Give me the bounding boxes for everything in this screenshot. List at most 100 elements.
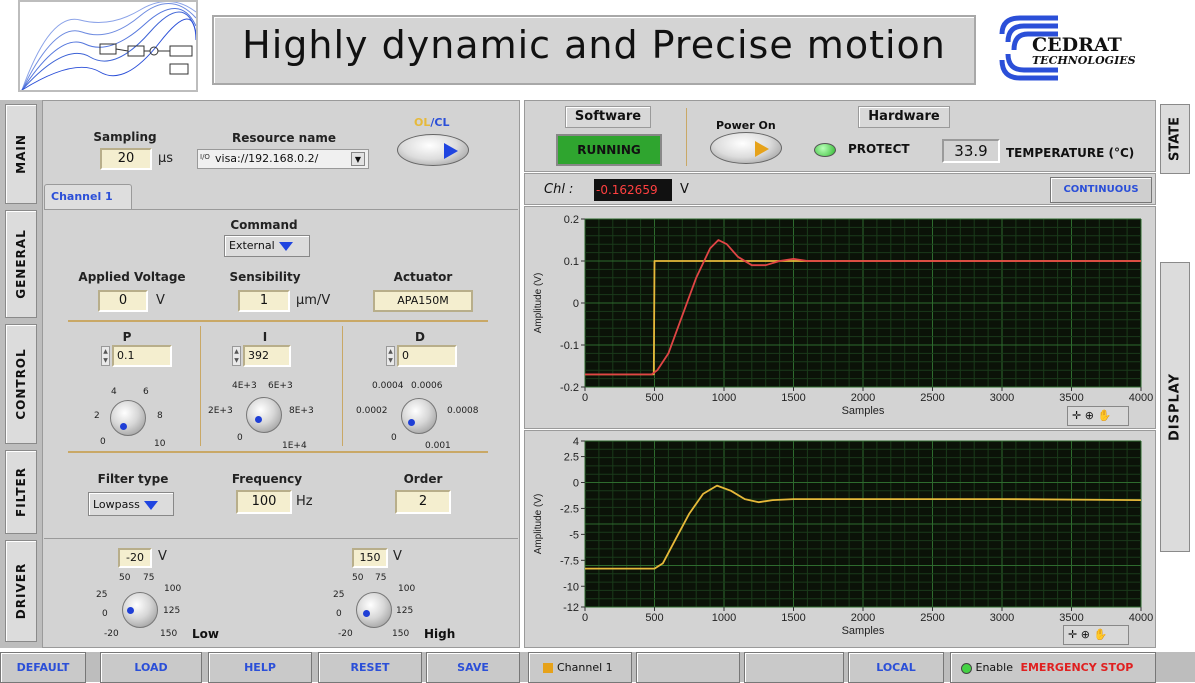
x-tick-label: 3500 [1059, 392, 1083, 404]
crosshair-icon[interactable]: ✛ [1072, 409, 1081, 422]
tab-filter[interactable]: FILTER [5, 450, 37, 534]
high-voltage-knob[interactable] [356, 592, 392, 628]
tab-driver[interactable]: DRIVER [5, 540, 37, 642]
olcl-toggle-button[interactable] [397, 134, 469, 166]
high-label: High [424, 627, 456, 641]
i-tick: 0 [237, 433, 243, 443]
tab-control[interactable]: CONTROL [5, 324, 37, 444]
x-axis-label: Samples [842, 405, 885, 417]
x-tick-label: 1000 [712, 392, 736, 404]
running-indicator: RUNNING [556, 134, 662, 166]
hand-icon[interactable]: ✋ [1093, 628, 1107, 641]
channel-1-indicator: Channel 1 [528, 652, 632, 683]
i-tick: 1E+4 [282, 441, 307, 451]
p-tick: 2 [94, 411, 100, 421]
d-field[interactable]: 0 [397, 345, 457, 367]
y-tick-label: -0.1 [560, 340, 579, 352]
resource-field[interactable]: I/O visa://192.168.0.2/ ▼ [197, 149, 369, 169]
d-stepper[interactable]: ▲ ▼ [386, 346, 395, 366]
play-icon [444, 143, 458, 159]
sampling-label: Sampling [93, 130, 157, 144]
chart-2: 0 500 1000 1500 2000 2500 3000 3500 4000 4 2.5 0 -2.… [533, 436, 1153, 637]
tab-state[interactable]: STATE [1160, 104, 1190, 174]
high-tick: 150 [392, 629, 410, 639]
play-icon [755, 141, 769, 157]
channel-panel [44, 209, 518, 535]
command-label: Command [230, 218, 298, 232]
local-button[interactable]: LOCAL [848, 652, 944, 683]
graph-tools[interactable]: ✛ ⊕ ✋ [1063, 625, 1129, 645]
load-button[interactable]: LOAD [100, 652, 202, 683]
emergency-stop-label[interactable]: EMERGENCY STOP [1020, 661, 1133, 674]
tab-general[interactable]: GENERAL [5, 210, 37, 318]
reset-button[interactable]: RESET [318, 652, 422, 683]
d-knob[interactable] [401, 398, 437, 434]
divider [342, 326, 343, 446]
p-tick: 4 [111, 387, 117, 397]
high-tick: 25 [333, 590, 345, 600]
low-tick: 125 [163, 606, 181, 616]
zoom-icon[interactable]: ⊕ [1085, 409, 1094, 422]
frequency-field[interactable]: 100 [236, 490, 292, 514]
hand-icon[interactable]: ✋ [1097, 409, 1111, 422]
d-tick: 0.001 [425, 441, 451, 451]
p-tick: 8 [157, 411, 163, 421]
filter-type-dropdown[interactable]: Lowpass [88, 492, 174, 516]
tab-display[interactable]: DISPLAY [1160, 262, 1190, 552]
logo-text-1: CEDRAT [1032, 34, 1122, 56]
zoom-icon[interactable]: ⊕ [1081, 628, 1090, 641]
x-tick-label: 3000 [990, 612, 1014, 624]
x-tick-label: 2000 [851, 392, 875, 404]
sampling-unit: µs [158, 151, 174, 166]
low-tick: 50 [119, 573, 131, 583]
p-field[interactable]: 0.1 [112, 345, 172, 367]
sensibility-field[interactable]: 1 [238, 290, 290, 312]
p-tick: 6 [143, 387, 149, 397]
crosshair-icon[interactable]: ✛ [1068, 628, 1077, 641]
order-label: Order [403, 472, 443, 486]
p-knob[interactable] [110, 400, 146, 436]
applied-voltage-field: 0 [98, 290, 148, 312]
y-tick-label: -7.5 [560, 555, 579, 567]
x-tick-label: 3500 [1059, 612, 1083, 624]
x-tick-label: 3000 [990, 392, 1014, 404]
y-axis-label: Amplitude (V) [533, 494, 544, 555]
low-voltage-field[interactable]: -20 [118, 548, 152, 568]
power-button[interactable] [710, 132, 782, 164]
channel-readout-unit: V [680, 182, 689, 197]
resource-value: visa://192.168.0.2/ [215, 152, 319, 165]
header: Highly dynamic and Precise motion CEDRAT… [0, 0, 1195, 100]
chevron-down-icon [278, 241, 293, 251]
sampling-field[interactable]: 20 [100, 148, 152, 170]
low-voltage-unit: V [158, 549, 167, 564]
y-tick-label: -5 [569, 529, 579, 541]
actuator-field: APA150M [373, 290, 473, 312]
graph-tools[interactable]: ✛ ⊕ ✋ [1067, 406, 1129, 426]
header-plot-thumbnail [18, 0, 198, 92]
dropdown-arrow-icon[interactable]: ▼ [351, 152, 365, 166]
tab-channel-1[interactable]: Channel 1 [44, 184, 132, 210]
continuous-button[interactable]: CONTINUOUS [1050, 177, 1152, 203]
default-button[interactable]: DEFAULT [0, 652, 86, 683]
tab-main[interactable]: MAIN [5, 104, 37, 204]
company-logo: CEDRAT TECHNOLOGIES [988, 8, 1168, 93]
high-voltage-unit: V [393, 549, 402, 564]
channel-color-swatch [543, 663, 553, 673]
command-dropdown[interactable]: External [224, 235, 310, 257]
high-voltage-field[interactable]: 150 [352, 548, 388, 568]
bottom-bar: DEFAULT LOAD HELP RESET SAVE Channel 1 L… [0, 652, 1195, 683]
olcl-label: OL/CL [414, 116, 450, 129]
low-tick: 0 [102, 609, 108, 619]
help-button[interactable]: HELP [208, 652, 312, 683]
y-tick-label: -12 [563, 602, 579, 614]
p-stepper[interactable]: ▲ ▼ [101, 346, 110, 366]
i-stepper[interactable]: ▲ ▼ [232, 346, 241, 366]
low-label: Low [192, 627, 219, 641]
low-voltage-knob[interactable] [122, 592, 158, 628]
i-knob[interactable] [246, 397, 282, 433]
i-field[interactable]: 392 [243, 345, 291, 367]
applied-voltage-label: Applied Voltage [78, 270, 186, 284]
enable-emergency-panel[interactable]: Enable EMERGENCY STOP [950, 652, 1156, 683]
order-field[interactable]: 2 [395, 490, 451, 514]
save-button[interactable]: SAVE [426, 652, 520, 683]
